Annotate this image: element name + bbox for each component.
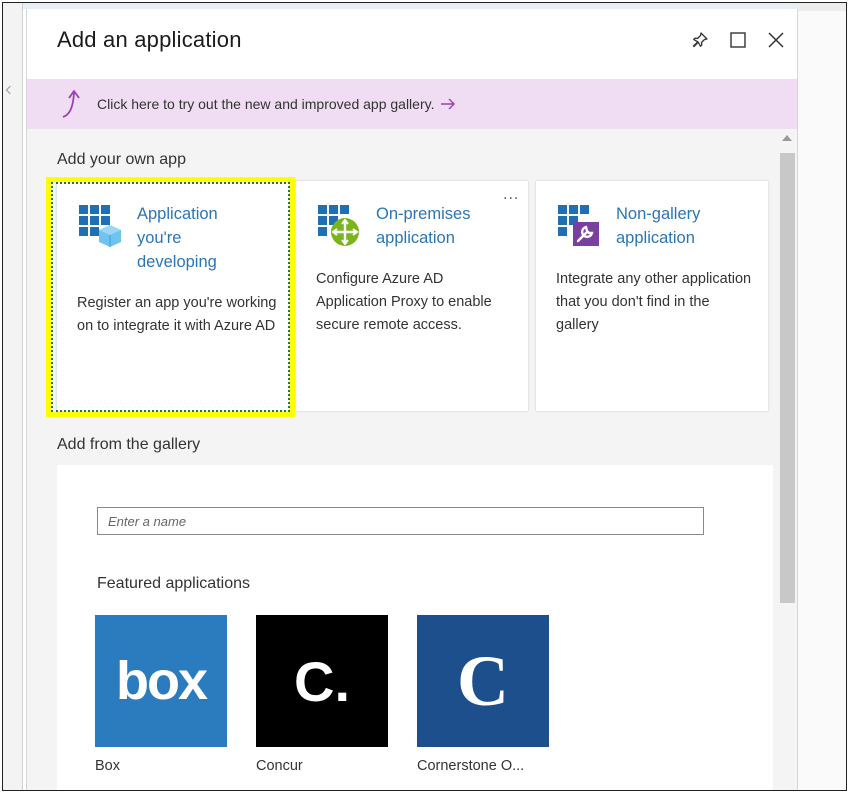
curved-arrow-up-icon <box>62 90 80 118</box>
own-app-section-title: Add your own app <box>57 151 186 168</box>
card-on-premises-application[interactable]: On-premises application Configure Azure … <box>296 181 528 411</box>
banner-text[interactable]: Click here to try out the new and improv… <box>97 96 434 112</box>
card-description: Configure Azure AD Application Proxy to … <box>316 271 492 333</box>
more-options-icon[interactable]: ... <box>503 187 519 203</box>
card-title[interactable]: On-premises application <box>376 202 526 250</box>
app-wrench-icon <box>558 205 599 246</box>
background-page-right-top <box>796 3 846 11</box>
blade-header: Add an application <box>27 9 797 79</box>
app-tile-cornerstone[interactable]: C <box>417 615 549 747</box>
card-title-line[interactable]: On-premises <box>376 202 526 226</box>
arrow-right-icon[interactable] <box>440 98 456 110</box>
blade-header-actions <box>689 29 787 51</box>
new-gallery-banner[interactable]: Click here to try out the new and improv… <box>27 79 797 129</box>
focus-outline <box>51 182 290 412</box>
card-title[interactable]: Non-gallery application <box>616 202 766 250</box>
app-label[interactable]: Box <box>95 758 120 774</box>
cornerstone-logo: C <box>457 640 509 721</box>
card-title-line[interactable]: application <box>376 226 526 250</box>
concur-logo: C. <box>294 649 350 713</box>
app-label[interactable]: Concur <box>256 758 303 774</box>
card-non-gallery-application[interactable]: Non-gallery application Integrate any ot… <box>536 181 768 411</box>
app-tile-box[interactable]: box <box>95 615 227 747</box>
gallery-section-title: Add from the gallery <box>57 436 201 453</box>
card-description: Integrate any other application that you… <box>556 271 752 333</box>
vertical-scrollbar[interactable] <box>777 131 797 790</box>
scrollbar-thumb[interactable] <box>780 153 795 603</box>
scroll-up-arrow-icon[interactable] <box>782 135 792 141</box>
card-title-line[interactable]: Non-gallery <box>616 202 766 226</box>
pin-icon[interactable] <box>689 29 711 51</box>
collapse-chevron-icon[interactable] <box>5 85 15 95</box>
box-logo: box <box>115 651 208 711</box>
add-application-blade: Add an application Click here to try out… <box>26 9 798 790</box>
screenshot-frame: Add an application Click here to try out… <box>2 2 847 791</box>
search-input[interactable] <box>97 507 704 535</box>
maximize-icon[interactable] <box>727 29 749 51</box>
card-title-line[interactable]: application <box>616 226 766 250</box>
featured-applications-title: Featured applications <box>97 575 250 592</box>
blade-title: Add an application <box>57 27 242 52</box>
app-proxy-icon <box>318 205 359 246</box>
gallery-panel: Featured applications box Box C. Concur … <box>57 465 773 790</box>
background-page-right <box>796 3 846 790</box>
app-label[interactable]: Cornerstone O... <box>417 758 524 774</box>
app-tile-concur[interactable]: C. <box>256 615 388 747</box>
background-page-left <box>3 3 23 790</box>
close-icon[interactable] <box>765 29 787 51</box>
